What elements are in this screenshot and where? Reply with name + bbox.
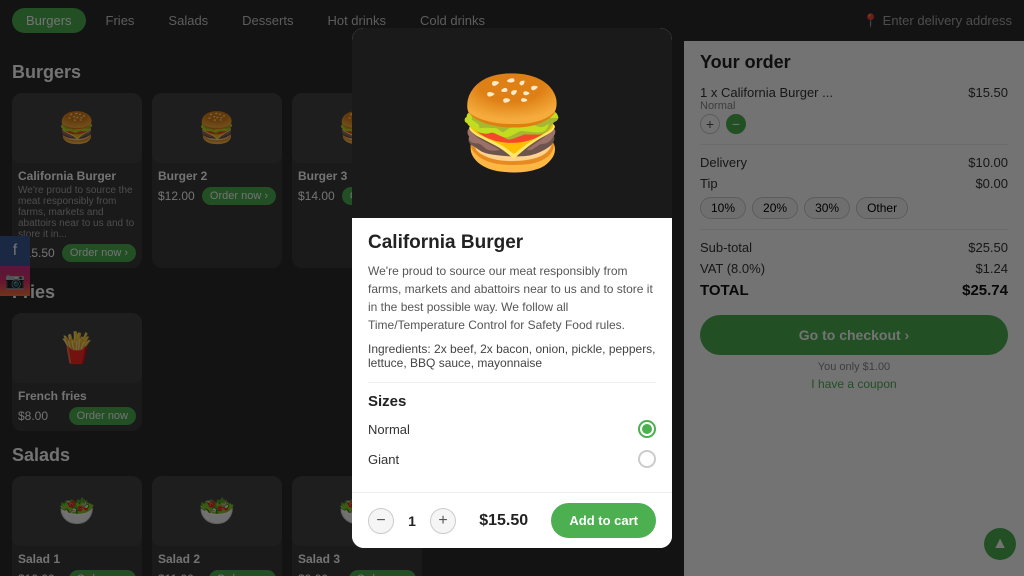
modal-ingredients: Ingredients: 2x beef, 2x bacon, onion, p…	[368, 342, 656, 370]
size-giant-label: Giant	[368, 452, 399, 467]
burger-emoji: 🍔	[456, 71, 568, 176]
size-normal-radio[interactable]	[638, 420, 656, 438]
modal-qty-value: 1	[402, 513, 422, 529]
modal-decrease-qty[interactable]: −	[368, 508, 394, 534]
modal-increase-qty[interactable]: +	[430, 508, 456, 534]
modal-title: California Burger	[368, 232, 656, 254]
product-modal: 🍔 ✕ California Burger We're proud to sou…	[352, 28, 672, 548]
modal-qty-controls: − 1 +	[368, 508, 456, 534]
add-to-cart-button[interactable]: Add to cart	[551, 503, 656, 538]
size-option-normal[interactable]: Normal	[368, 420, 656, 438]
modal-sizes-title: Sizes	[368, 382, 656, 410]
size-giant-radio[interactable]	[638, 450, 656, 468]
modal-product-image: 🍔	[352, 28, 672, 218]
size-option-giant[interactable]: Giant	[368, 450, 656, 468]
modal-body: California Burger We're proud to source …	[352, 218, 672, 492]
modal-footer: − 1 + $15.50 Add to cart	[352, 492, 672, 548]
modal-price: $15.50	[479, 512, 528, 530]
size-normal-label: Normal	[368, 422, 410, 437]
modal-description: We're proud to source our meat responsib…	[368, 262, 656, 334]
